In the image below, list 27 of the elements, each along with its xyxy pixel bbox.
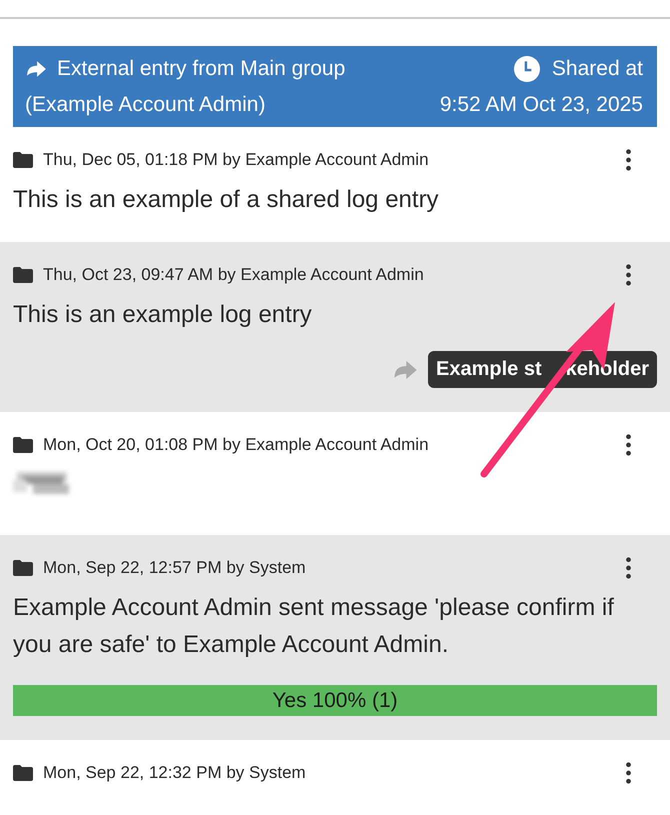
- shared-time: 9:52 AM Oct 23, 2025: [440, 92, 643, 118]
- source-text: External entry from Main group: [57, 56, 346, 82]
- folder-icon: [13, 560, 33, 576]
- share-arrow-icon: [392, 358, 418, 380]
- entry-meta: Thu, Dec 05, 01:18 PM by Example Account Admin: [43, 150, 430, 170]
- entry-text: Example Account Admin sent message 'please confirm if you are safe' to Example Account Admin.: [13, 593, 615, 660]
- more-options-icon[interactable]: [625, 762, 632, 784]
- clock-icon: [514, 56, 540, 82]
- entry-text: This is an example log entry: [13, 300, 313, 330]
- share-arrow-icon: [25, 60, 47, 78]
- folder-icon: [13, 152, 33, 168]
- folder-icon: [13, 267, 33, 283]
- folder-icon: [13, 765, 33, 781]
- more-options-icon[interactable]: [625, 434, 632, 456]
- more-options-icon[interactable]: [625, 557, 632, 579]
- entry-meta: Mon, Oct 20, 01:08 PM by Example Account Admin: [43, 435, 430, 455]
- poll-result-label: Yes 100% (1): [271, 688, 399, 714]
- more-options-icon[interactable]: [625, 149, 632, 171]
- account-text: (Example Account Admin): [25, 92, 266, 118]
- entry-meta: Mon, Sep 22, 12:32 PM by System: [43, 763, 307, 783]
- entry-meta: Mon, Sep 22, 12:57 PM by System: [43, 558, 307, 578]
- entry-meta: Thu, Oct 23, 09:47 AM by Example Account Admin: [43, 265, 425, 285]
- more-options-icon[interactable]: [625, 264, 632, 286]
- entry-text: This is an example of a shared log entry: [13, 185, 440, 215]
- folder-icon: [13, 437, 33, 453]
- shared-label: Shared at: [552, 56, 643, 82]
- stakeholder-name: Example st: [436, 358, 542, 381]
